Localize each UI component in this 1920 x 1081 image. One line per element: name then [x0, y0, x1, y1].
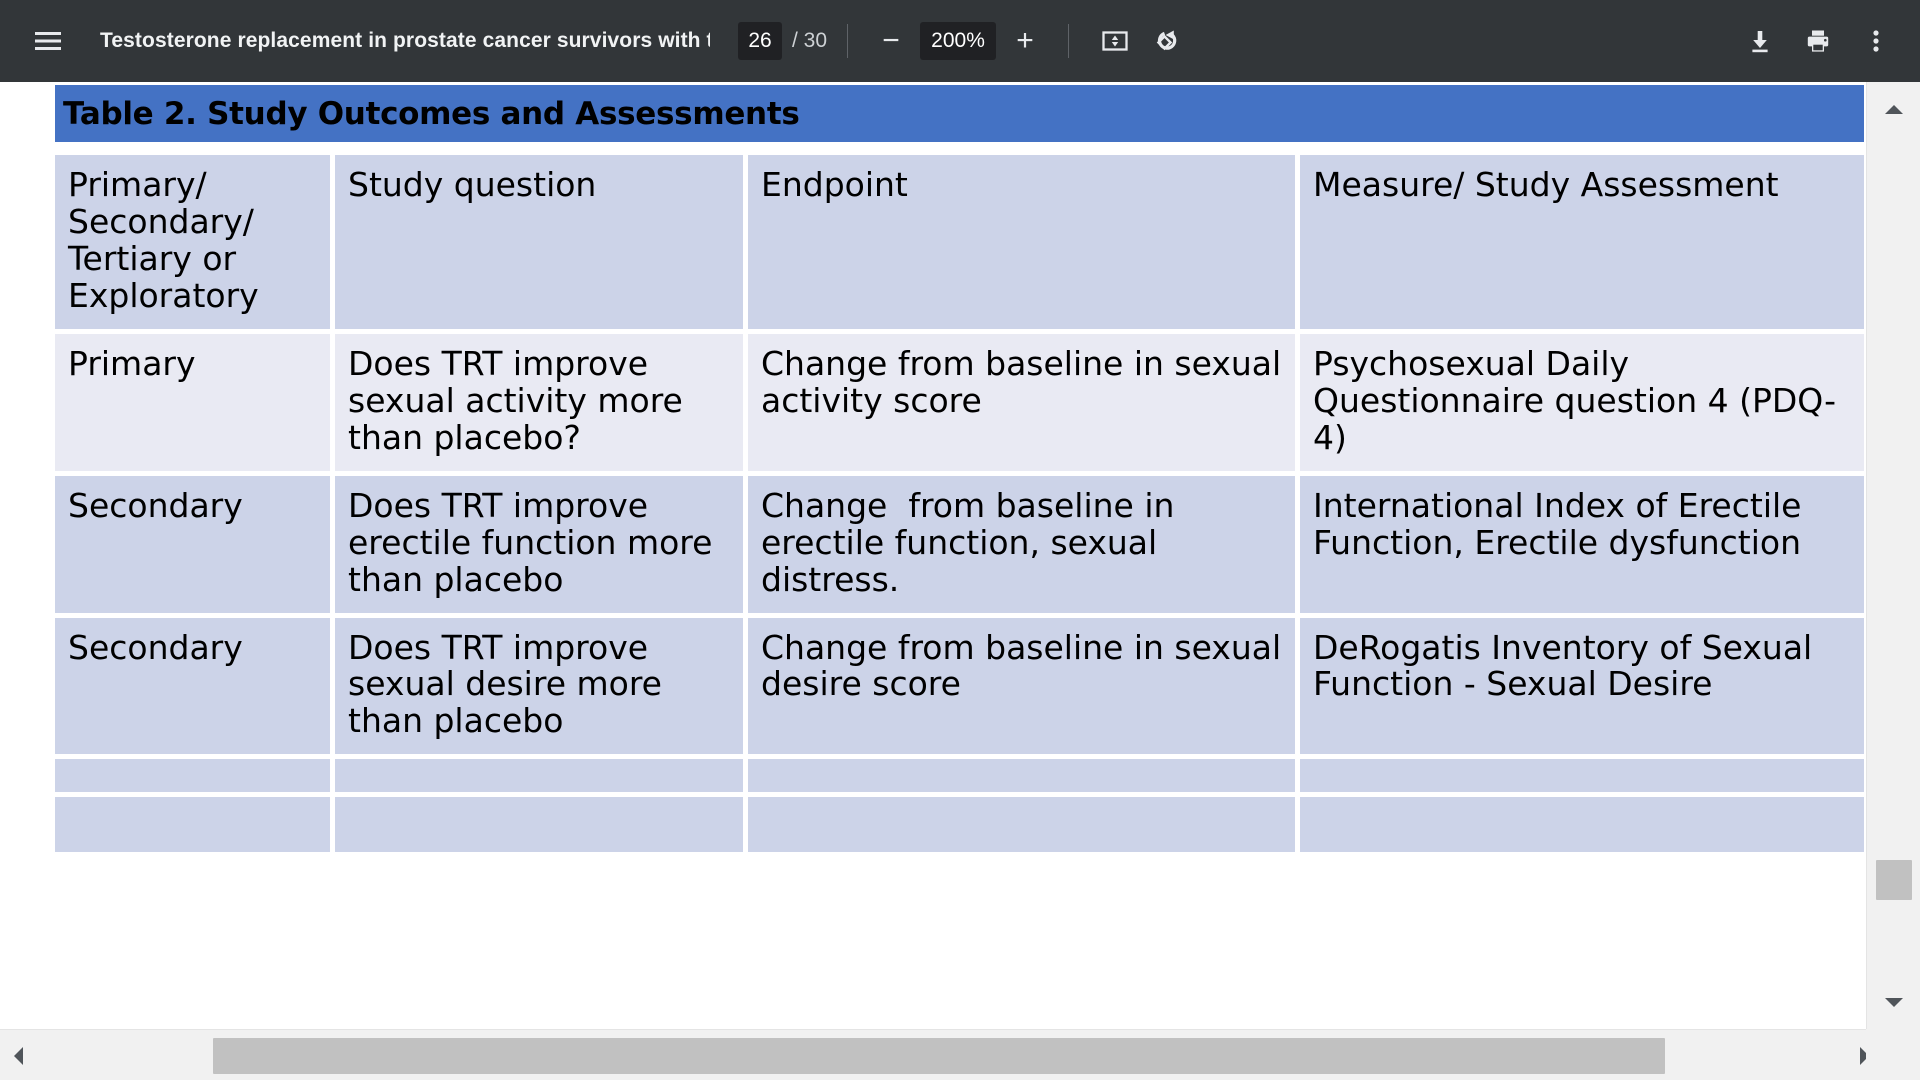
table-cell-measure: Psychosexual Daily Questionnaire questio… — [1300, 334, 1864, 476]
table-header-cell-question: Study question — [335, 155, 748, 334]
download-icon[interactable] — [1734, 15, 1786, 67]
table-row — [55, 797, 1864, 857]
table-cell-endpoint: Change from baseline in sexual activity … — [748, 334, 1300, 476]
pdf-document-viewport[interactable]: Table 2. Study Outcomes and Assessments … — [0, 82, 1866, 1029]
table-cell-category: Primary — [55, 334, 335, 476]
table-cell-category — [55, 759, 335, 797]
table-header-cell-measure: Measure/ Study Assessment — [1300, 155, 1864, 334]
zoom-in-button[interactable]: + — [1002, 18, 1048, 64]
table-row: Secondary Does TRT improve sexual desire… — [55, 618, 1864, 760]
scroll-up-arrow-icon[interactable] — [1867, 82, 1920, 136]
page-number-input[interactable] — [738, 22, 782, 60]
zoom-controls: − 200% + — [868, 18, 1048, 64]
page-indicator: / 30 — [738, 22, 827, 60]
table-row: Secondary Does TRT improve erectile func… — [55, 476, 1864, 618]
horizontal-scrollbar-thumb[interactable] — [213, 1038, 1665, 1074]
toolbar-divider-1 — [847, 24, 848, 58]
table-cell-category: Secondary — [55, 476, 335, 618]
print-icon[interactable] — [1792, 15, 1844, 67]
horizontal-scrollbar[interactable] — [0, 1029, 1920, 1080]
fit-to-page-icon[interactable] — [1089, 15, 1141, 67]
table-cell-measure: International Index of Erectile Function… — [1300, 476, 1864, 618]
page-count-label: / 30 — [792, 29, 827, 53]
pdf-viewer-toolbar: Testosterone replacement in prostate can… — [0, 0, 1920, 82]
table-cell-measure: DeRogatis Inventory of Sexual Function -… — [1300, 618, 1864, 760]
table-cell-endpoint: Change from baseline in erectile functio… — [748, 476, 1300, 618]
zoom-out-button[interactable]: − — [868, 18, 914, 64]
table-row — [55, 759, 1864, 797]
hamburger-menu-icon[interactable] — [22, 15, 74, 67]
table-cell-endpoint — [748, 797, 1300, 857]
page-title: Table 2. Study Outcomes and Assessments — [63, 96, 800, 132]
table-cell-question — [335, 759, 748, 797]
scrollbar-corner — [1866, 1029, 1920, 1080]
table-cell-question — [335, 797, 748, 857]
document-title: Testosterone replacement in prostate can… — [100, 29, 710, 53]
table-cell-question: Does TRT improve sexual desire more than… — [335, 618, 748, 760]
table-cell-measure — [1300, 759, 1864, 797]
scroll-left-arrow-icon[interactable] — [0, 1030, 36, 1081]
table-cell-measure — [1300, 797, 1864, 857]
table-cell-question: Does TRT improve erectile function more … — [335, 476, 748, 618]
table-row: Primary Does TRT improve sexual activity… — [55, 334, 1864, 476]
table-title-banner: Table 2. Study Outcomes and Assessments — [55, 85, 1864, 142]
table-cell-category — [55, 797, 335, 857]
more-vertical-icon[interactable] — [1850, 15, 1902, 67]
toolbar-right-actions — [1728, 15, 1902, 67]
scroll-down-arrow-icon[interactable] — [1867, 975, 1920, 1029]
table-cell-endpoint: Change from baseline in sexual desire sc… — [748, 618, 1300, 760]
table-header-row: Primary/ Secondary/ Tertiary or Explorat… — [55, 155, 1864, 334]
table-cell-category: Secondary — [55, 618, 335, 760]
rotate-counterclockwise-icon[interactable] — [1141, 15, 1193, 67]
table-cell-endpoint — [748, 759, 1300, 797]
table-header-cell-category: Primary/ Secondary/ Tertiary or Explorat… — [55, 155, 335, 334]
toolbar-divider-2 — [1068, 24, 1069, 58]
study-outcomes-table: Primary/ Secondary/ Tertiary or Explorat… — [55, 155, 1864, 857]
table-header-cell-endpoint: Endpoint — [748, 155, 1300, 334]
vertical-scrollbar-thumb[interactable] — [1876, 860, 1912, 900]
table-cell-question: Does TRT improve sexual activity more th… — [335, 334, 748, 476]
vertical-scrollbar[interactable] — [1866, 82, 1920, 1029]
zoom-level-display[interactable]: 200% — [920, 22, 996, 60]
